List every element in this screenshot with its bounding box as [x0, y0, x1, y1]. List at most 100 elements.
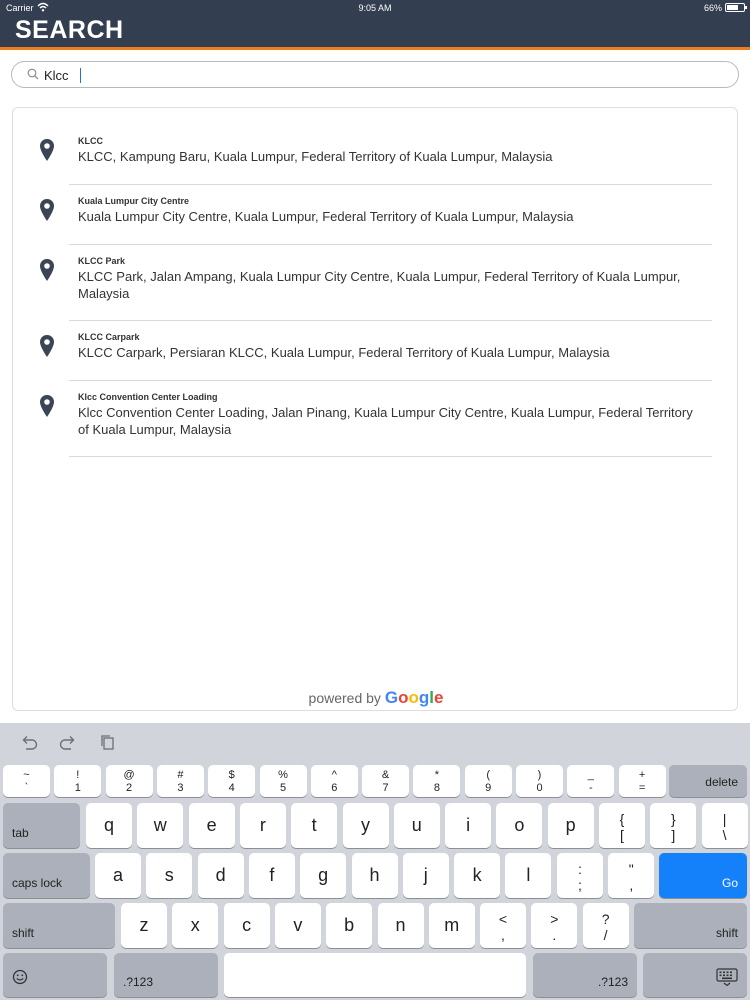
numbers-key-left[interactable]: .?123: [114, 953, 218, 997]
result-item[interactable]: KLCC Park KLCC Park, Jalan Ampang, Kuala …: [13, 248, 737, 320]
key-symbol[interactable]: >.: [531, 903, 578, 948]
key-shift-label: %: [278, 769, 288, 781]
result-item[interactable]: KLCC KLCC, Kampung Baru, Kuala Lumpur, Fe…: [13, 128, 737, 184]
key-8[interactable]: * 8: [413, 765, 461, 797]
key-7[interactable]: & 7: [362, 765, 410, 797]
key-label: c: [242, 915, 252, 935]
key-i[interactable]: i: [445, 803, 492, 848]
key-p[interactable]: p: [547, 803, 594, 848]
key-symbol[interactable]: ? /: [582, 903, 629, 948]
key-g[interactable]: g: [300, 853, 347, 898]
key-y[interactable]: y: [342, 803, 389, 848]
key-e[interactable]: e: [188, 803, 235, 848]
key-=[interactable]: + =: [618, 765, 666, 797]
paste-icon[interactable]: [99, 734, 121, 754]
key-shift-label: #: [177, 769, 184, 781]
numbers-key-right[interactable]: .?123: [533, 953, 637, 997]
go-key[interactable]: Go: [659, 853, 747, 898]
key-label: j: [423, 865, 428, 885]
key-label: ]: [671, 827, 676, 843]
key-9[interactable]: (9: [464, 765, 512, 797]
key-2[interactable]: @2: [105, 765, 153, 797]
key-t[interactable]: t: [291, 803, 338, 848]
key-shift-label: _: [587, 769, 594, 781]
key-b[interactable]: b: [326, 903, 373, 948]
key-label: caps lock: [12, 876, 63, 890]
key-r[interactable]: r: [239, 803, 286, 848]
key-label: t: [311, 815, 317, 835]
text-cursor: [80, 68, 81, 83]
key-1[interactable]: ! 1: [54, 765, 102, 797]
key-d[interactable]: d: [197, 853, 244, 898]
key-label: a: [112, 865, 123, 885]
key-label: z: [139, 915, 149, 935]
key-symbol[interactable]: ",: [608, 853, 655, 898]
hide-keyboard-key[interactable]: [643, 953, 747, 997]
key-symbol[interactable]: <,: [480, 903, 526, 948]
key-q[interactable]: q: [86, 803, 132, 848]
key-a[interactable]: a: [95, 853, 141, 898]
caps-lock-key[interactable]: caps lock: [3, 853, 90, 898]
key-shift-label: {: [619, 811, 625, 827]
key-x[interactable]: x: [172, 903, 219, 948]
key-l[interactable]: l: [505, 853, 552, 898]
key-shift-label: :: [578, 861, 582, 877]
key-symbol[interactable]: | \: [701, 803, 748, 848]
key-h[interactable]: h: [351, 853, 398, 898]
key-label: 4: [228, 782, 235, 794]
key-m[interactable]: m: [428, 903, 475, 948]
key-6[interactable]: ^ 6: [310, 765, 358, 797]
key-label: x: [190, 915, 200, 935]
result-address: Klcc Convention Center Loading, Jalan Pi…: [78, 405, 693, 437]
search-bar[interactable]: [11, 61, 739, 88]
key-v[interactable]: v: [274, 903, 321, 948]
space-key[interactable]: [224, 953, 526, 997]
result-item[interactable]: Klcc Convention Center Loading Klcc Conve…: [13, 384, 737, 456]
search-input[interactable]: [44, 65, 724, 85]
on-screen-keyboard: ~ `! 1 @2 #3 $4% 5 ^ 6 & 7 * 8(9) 0 _ - + = delete tab q w e r t…: [0, 723, 750, 1000]
key-3[interactable]: #3: [156, 765, 204, 797]
undo-icon[interactable]: [19, 734, 41, 754]
key-shift-label: }: [670, 811, 676, 827]
key-0[interactable]: ) 0: [516, 765, 563, 797]
key-c[interactable]: c: [223, 903, 270, 948]
result-item[interactable]: KLCC Carpark KLCC Carpark, Persiaran KLCC…: [13, 324, 737, 380]
key-label: w: [153, 815, 167, 835]
status-bar: Carrier 9:05 AM 66%: [0, 0, 750, 16]
key-u[interactable]: u: [393, 803, 440, 848]
key-label: r: [259, 815, 266, 835]
key-label: 3: [177, 782, 184, 794]
key-5[interactable]: % 5: [259, 765, 307, 797]
key-s[interactable]: s: [146, 853, 193, 898]
key-label: o: [514, 815, 525, 835]
key--[interactable]: _ -: [567, 765, 615, 797]
key-`[interactable]: ~ `: [3, 765, 50, 797]
key-label: Go: [721, 876, 738, 890]
shift-left-key[interactable]: shift: [3, 903, 115, 948]
search-icon: [27, 67, 39, 85]
key-f[interactable]: f: [248, 853, 295, 898]
key-shift-label: !: [76, 769, 80, 781]
key-k[interactable]: k: [454, 853, 501, 898]
key-n[interactable]: n: [377, 903, 424, 948]
results-panel: KLCC KLCC, Kampung Baru, Kuala Lumpur, Fe…: [12, 107, 738, 711]
emoji-key[interactable]: [3, 953, 107, 997]
shift-right-key[interactable]: shift: [634, 903, 747, 948]
key-j[interactable]: j: [402, 853, 449, 898]
key-shift-label: (: [486, 769, 491, 781]
result-item[interactable]: Kuala Lumpur City Centre Kuala Lumpur Cit…: [13, 188, 737, 244]
key-symbol[interactable]: }]: [650, 803, 697, 848]
delete-key[interactable]: delete: [669, 765, 747, 797]
key-label: `: [24, 782, 29, 794]
key-o[interactable]: o: [496, 803, 543, 848]
key-label: l: [526, 865, 531, 885]
tab-key[interactable]: tab: [3, 803, 80, 848]
key-symbol[interactable]: {[: [599, 803, 645, 848]
battery-icon: [725, 3, 747, 12]
redo-icon[interactable]: [58, 734, 80, 754]
key-4[interactable]: $4: [208, 765, 256, 797]
key-z[interactable]: z: [121, 903, 167, 948]
key-symbol[interactable]: :;: [557, 853, 603, 898]
key-shift-label: >: [550, 911, 559, 927]
key-w[interactable]: w: [137, 803, 184, 848]
